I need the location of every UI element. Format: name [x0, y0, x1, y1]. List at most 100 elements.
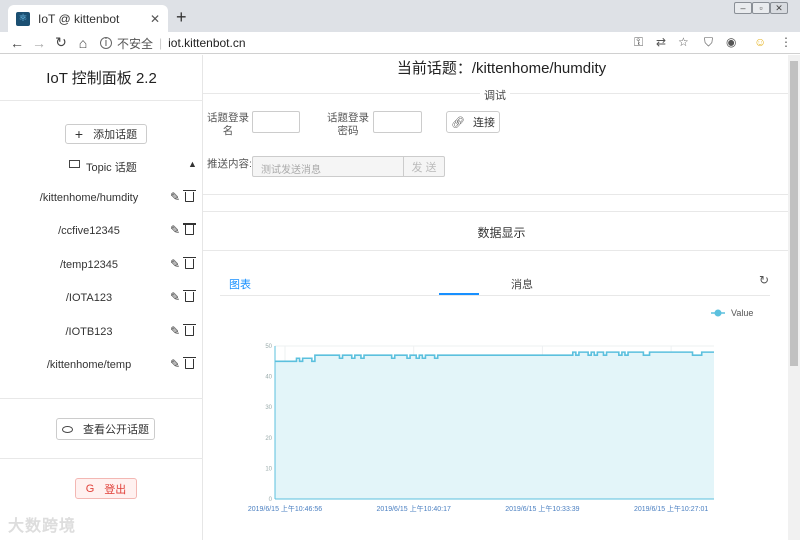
login-name-label: 话题登录名 — [207, 112, 249, 137]
security-label: 不安全 — [117, 36, 154, 51]
translate-icon[interactable]: ⇄ — [656, 35, 666, 49]
trash-icon[interactable] — [183, 357, 196, 369]
omnibox-separator: | — [159, 36, 163, 50]
send-content-label: 推送内容: — [207, 158, 252, 170]
view-tabs — [220, 272, 770, 296]
key-icon[interactable]: ⚿ — [634, 35, 643, 50]
eye-icon — [62, 425, 73, 433]
edit-icon[interactable]: ✎ — [170, 223, 180, 237]
y-tick-label: 40 — [265, 375, 272, 381]
x-tick-label: 2019/6/15 上午10:46:56 — [248, 504, 322, 513]
sidebar-divider — [0, 458, 203, 459]
trash-icon[interactable] — [183, 323, 196, 336]
topic-item[interactable]: /temp12345 ✎ — [0, 256, 203, 279]
back-arrow-icon[interactable]: ← — [6, 35, 28, 51]
connect-button[interactable]: 🔗︎ 连接 — [446, 111, 500, 133]
debug-section-label: 调试 — [480, 87, 510, 103]
sidebar-divider — [0, 100, 203, 101]
topic-item[interactable]: /IOTB123 ✎ — [0, 323, 203, 346]
topic-name[interactable]: /temp12345 — [0, 259, 178, 271]
watermark: 大数跨境 — [8, 518, 77, 535]
view-public-topics-button[interactable]: 查看公开话题 — [56, 418, 155, 440]
scrollbar-thumb[interactable] — [790, 61, 798, 366]
new-tab-button[interactable]: + — [176, 7, 187, 28]
chart-area — [275, 352, 714, 499]
topic-item[interactable]: /IOTA123 ✎ — [0, 290, 203, 312]
shield-extension-icon[interactable]: ⛉ — [704, 35, 713, 50]
trash-icon[interactable] — [183, 256, 196, 269]
login-password-input[interactable] — [373, 111, 422, 133]
logout-button[interactable]: G 登出 — [75, 478, 137, 499]
page-scrollbar[interactable] — [788, 55, 800, 540]
edit-icon[interactable]: ✎ — [170, 190, 180, 204]
sidebar: IoT 控制面板 2.2 + 添加话题 Topic 话题 ▲ /kittenho… — [0, 55, 203, 540]
trash-icon[interactable] — [183, 190, 196, 202]
sidebar-divider — [0, 398, 203, 399]
close-icon[interactable]: ✕ — [150, 12, 160, 26]
topic-name[interactable]: /kittenhome/temp — [0, 359, 178, 371]
browser-tab-strip: ⚛ IoT @ kittenbot ✕ + – ▫ ✕ — [0, 0, 800, 32]
topic-name[interactable]: /IOTA123 — [0, 292, 178, 304]
topic-name[interactable]: /kittenhome/humdity — [0, 192, 178, 204]
logout-icon: G — [85, 482, 95, 495]
refresh-icon[interactable]: ↻ — [759, 273, 769, 287]
tab-chart[interactable]: 图表 — [229, 276, 251, 292]
login-password-label: 话题登录密码 — [327, 112, 369, 137]
send-message-input[interactable]: 测试发送消息 — [252, 156, 404, 177]
forward-arrow-icon[interactable]: → — [28, 35, 50, 51]
chart-legend[interactable]: Value — [711, 308, 753, 318]
y-tick-label: 0 — [269, 497, 273, 503]
y-tick-label: 50 — [265, 344, 272, 350]
send-button[interactable]: 发 送 — [403, 156, 445, 177]
home-icon[interactable]: ⌂ — [72, 35, 94, 51]
y-tick-label: 20 — [265, 436, 272, 442]
avatar-icon[interactable]: ☺ — [754, 35, 766, 49]
mail-icon — [69, 160, 80, 168]
menu-dots-icon[interactable]: ⋮ — [780, 35, 792, 49]
legend-marker — [714, 309, 722, 317]
section-divider — [203, 194, 788, 195]
plus-icon: + — [74, 126, 84, 142]
data-section-label: 数据显示 — [477, 226, 526, 240]
trash-icon[interactable] — [183, 223, 196, 236]
maximize-icon[interactable]: ▫ — [752, 2, 770, 14]
legend-label: Value — [731, 308, 753, 318]
topic-header-label: Topic 话题 — [86, 162, 137, 174]
info-icon[interactable]: i — [100, 37, 112, 49]
browser-tab[interactable]: ⚛ IoT @ kittenbot ✕ — [8, 5, 168, 32]
topic-name[interactable]: /IOTB123 — [0, 326, 178, 338]
chevron-up-icon[interactable]: ▲ — [188, 159, 197, 169]
humidity-chart: 0 10 20 30 40 50 2019/6/15 上午10:46:56 2019/6/15… — [248, 308, 754, 513]
login-name-input[interactable] — [252, 111, 300, 133]
tab-message[interactable]: 消息 — [511, 276, 533, 292]
topic-item[interactable]: /kittenhome/humdity ✎ — [0, 190, 203, 212]
y-tick-label: 10 — [265, 466, 272, 472]
edit-icon[interactable]: ✎ — [170, 290, 180, 304]
omnibox[interactable]: i 不安全 | iot.kittenbot.cn — [100, 34, 620, 52]
edit-icon[interactable]: ✎ — [170, 357, 180, 371]
x-tick-label: 2019/6/15 上午10:27:01 — [634, 504, 708, 513]
section-divider — [203, 250, 788, 251]
browser-tab-title: IoT @ kittenbot — [38, 11, 120, 26]
atom-favicon-icon: ⚛ — [16, 11, 30, 26]
public-topics-label: 查看公开话题 — [83, 424, 149, 436]
edit-icon[interactable]: ✎ — [170, 324, 180, 338]
bookmark-star-icon[interactable]: ☆ — [678, 35, 689, 49]
page-title: 当前话题：/kittenhome/humdity — [396, 60, 607, 77]
section-divider — [203, 211, 788, 212]
window-close-icon[interactable]: ✕ — [770, 2, 788, 14]
extension-icon[interactable]: ◉ — [726, 35, 736, 49]
topic-name[interactable]: /ccfive12345 — [0, 225, 178, 237]
topic-menu-header[interactable]: Topic 话题 ▲ — [0, 159, 203, 175]
app-title: IoT 控制面板 2.2 — [46, 70, 157, 87]
x-tick-label: 2019/6/15 上午10:33:39 — [505, 504, 579, 513]
edit-icon[interactable]: ✎ — [170, 257, 180, 271]
url-text[interactable]: iot.kittenbot.cn — [168, 36, 245, 50]
add-topic-button[interactable]: + 添加话题 — [65, 124, 147, 144]
reload-icon[interactable]: ↻ — [50, 34, 72, 51]
minimize-icon[interactable]: – — [734, 2, 752, 14]
topic-item[interactable]: /ccfive12345 ✎ — [0, 223, 203, 245]
active-tab-indicator — [439, 293, 479, 295]
topic-item[interactable]: /kittenhome/temp ✎ — [0, 357, 203, 379]
trash-icon[interactable] — [183, 290, 196, 303]
